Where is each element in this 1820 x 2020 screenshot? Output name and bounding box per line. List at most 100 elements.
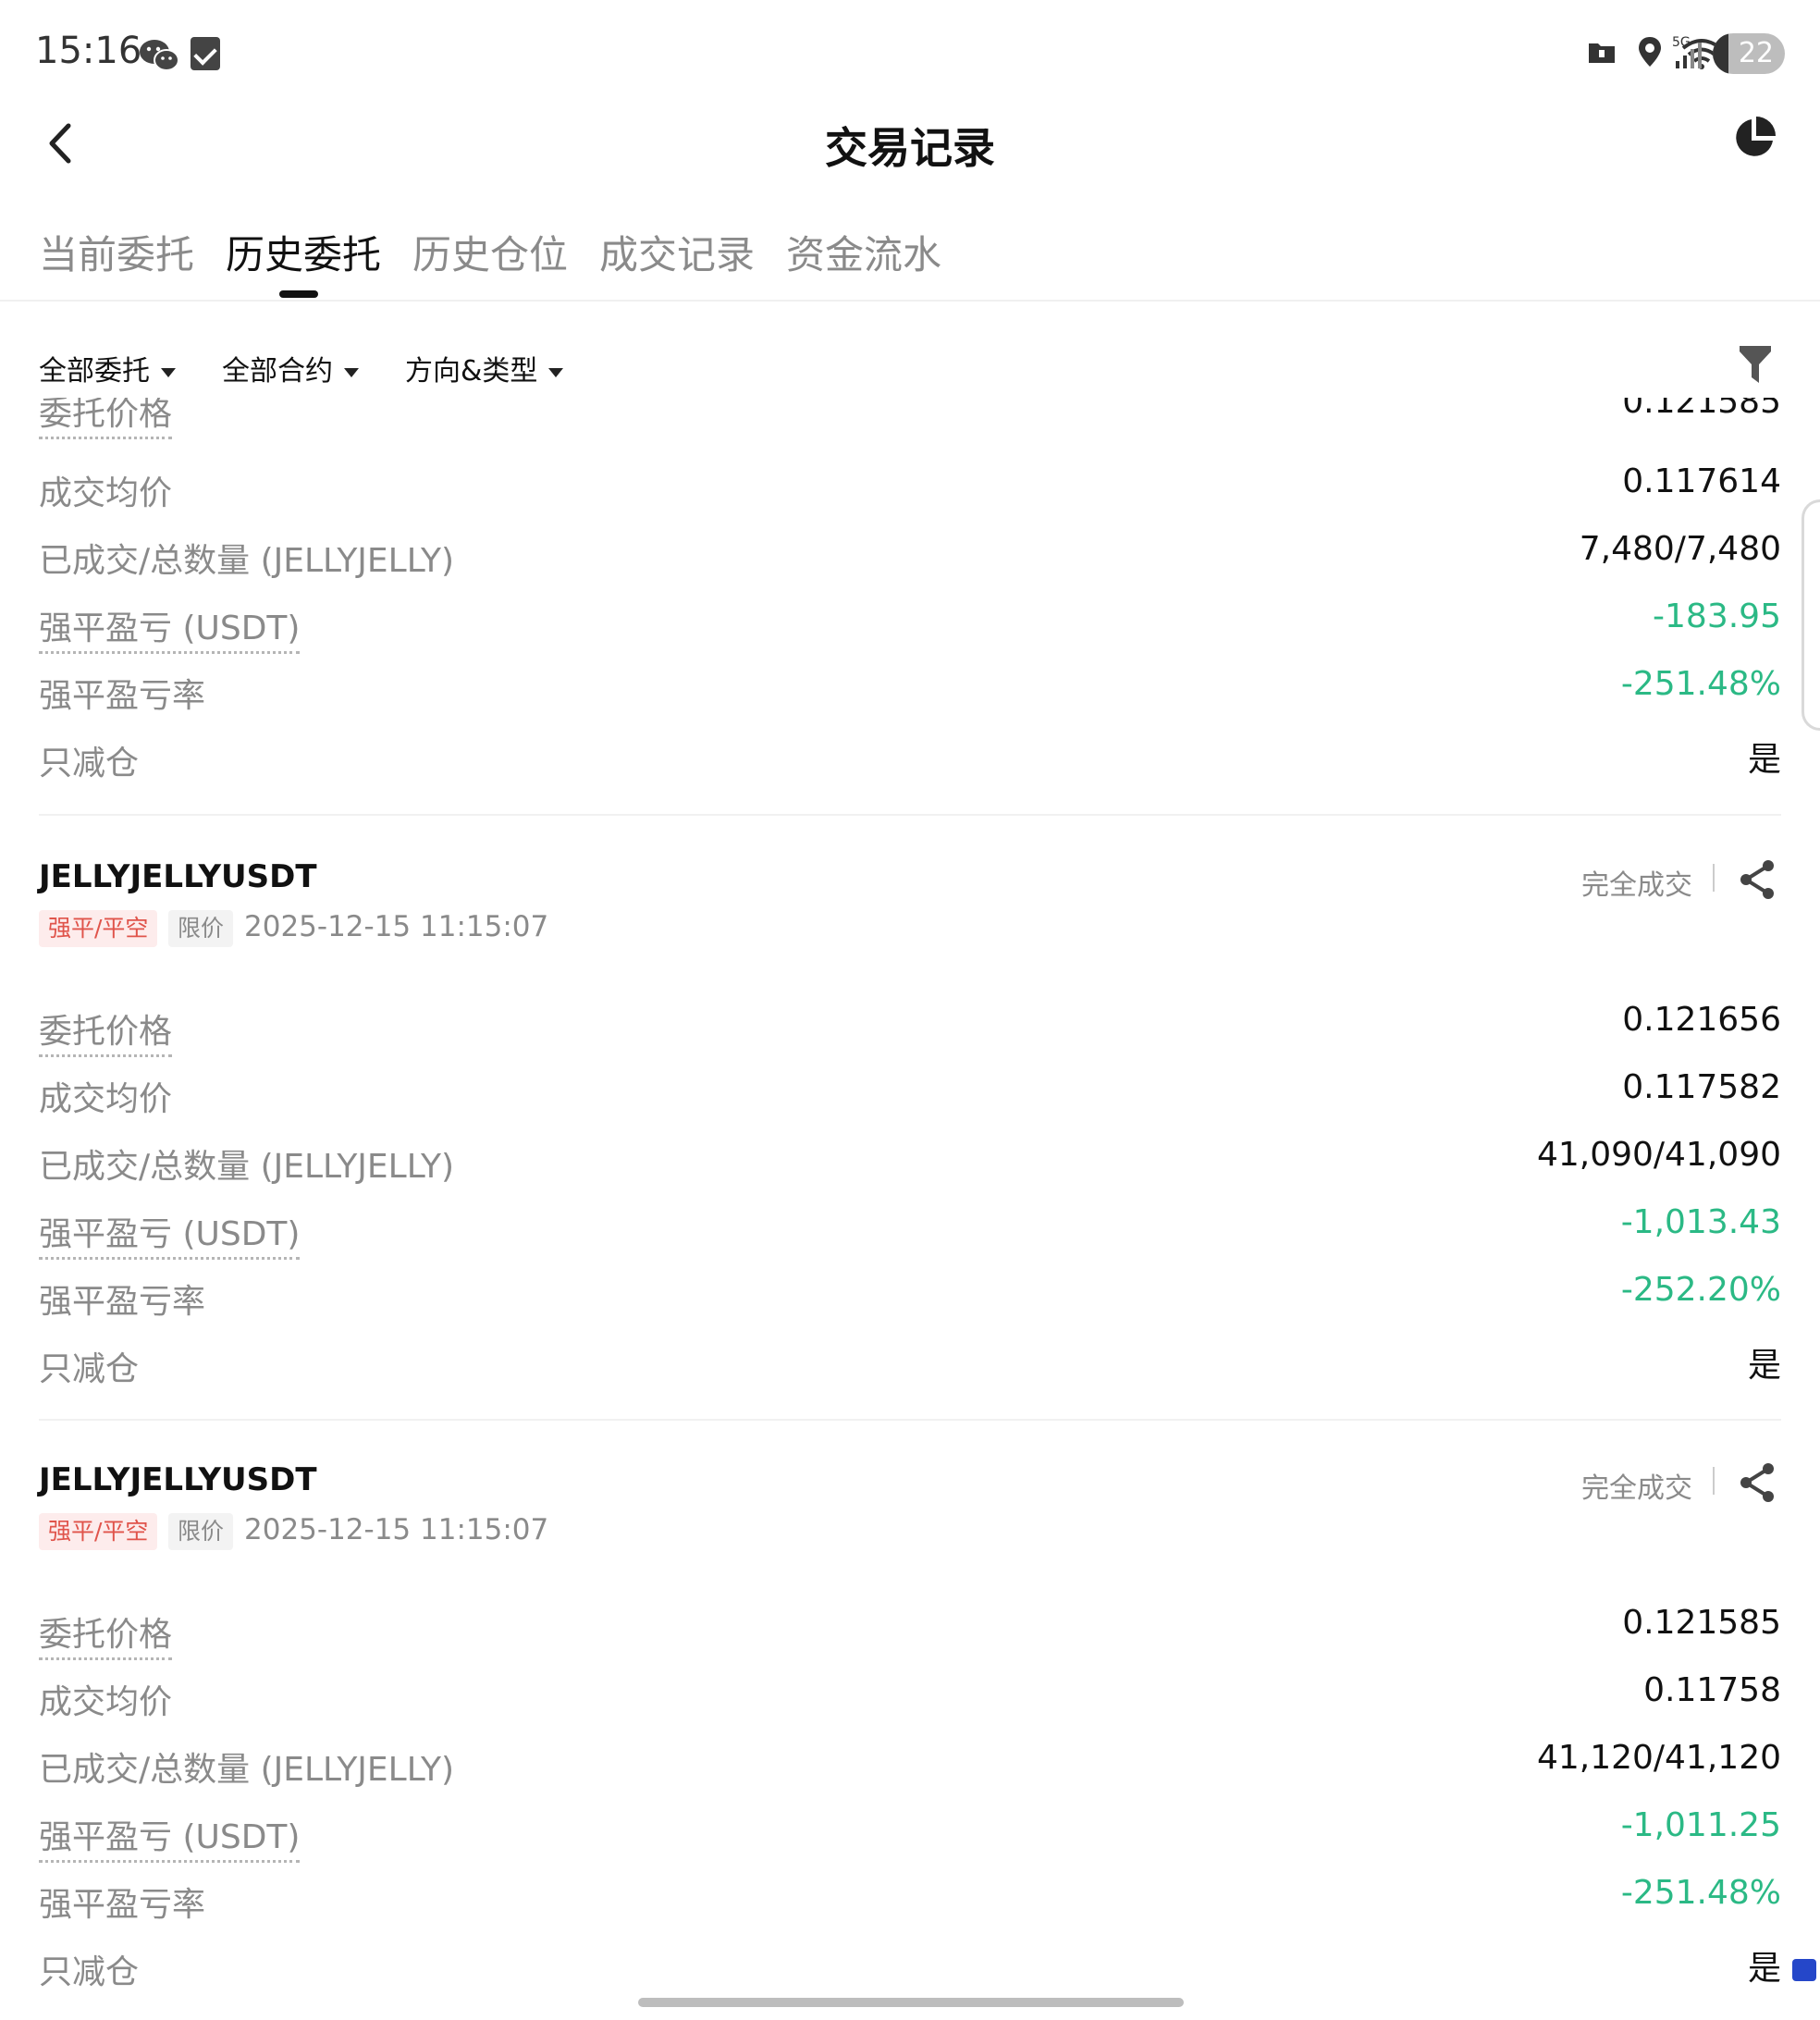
row-label[interactable]: 强平盈亏 (USDT) [39, 1207, 301, 1260]
task-check-icon [191, 37, 220, 70]
pie-chart-button[interactable] [1731, 115, 1777, 161]
row-value: 0.121585 [1622, 1604, 1781, 1642]
row-label: 只减仓 [39, 1953, 140, 1989]
tab-history-orders[interactable]: 历史委托 [226, 224, 381, 280]
wechat-icon [139, 37, 179, 78]
row-value: -252.20% [1620, 1271, 1781, 1309]
row-label[interactable]: 强平盈亏 (USDT) [39, 1810, 301, 1863]
order-detail-row: 已成交/总数量 (JELLYJELLY) 41,120/41,120 [39, 1735, 1781, 1794]
row-label: 强平盈亏率 [39, 1886, 206, 1924]
row-value: -183.95 [1653, 597, 1781, 635]
page-title: 交易记录 [825, 123, 995, 173]
row-label: 成交均价 [39, 1683, 173, 1721]
row-value: 0.117614 [1622, 462, 1781, 500]
row-value: 0.121656 [1622, 1001, 1781, 1039]
order-detail-row: 只减仓 是 [39, 1335, 1781, 1394]
order-detail-row: 已成交/总数量 (JELLYJELLY) 7,480/7,480 [39, 526, 1781, 585]
order-detail-row: 只减仓 是 [39, 1938, 1781, 1989]
row-value: 41,090/41,090 [1536, 1136, 1781, 1174]
share-button[interactable] [1737, 858, 1777, 901]
row-value: 0.11758 [1643, 1671, 1781, 1709]
row-value: -1,011.25 [1620, 1806, 1781, 1844]
order-list[interactable]: 委托价格 0.121585 成交均价 0.117614 已成交/总数量 (JEL… [0, 398, 1820, 1989]
row-value: 7,480/7,480 [1579, 530, 1781, 568]
header: 交易记录 [0, 102, 1820, 185]
order-detail-row: 强平盈亏 (USDT) -1,013.43 [39, 1200, 1781, 1260]
order-status: 完全成交 [1581, 869, 1692, 902]
row-label: 强平盈亏率 [39, 677, 206, 715]
order-symbol[interactable]: JELLYJELLYUSDT [39, 858, 317, 895]
tab-trade-records[interactable]: 成交记录 [599, 224, 755, 280]
side-scroll-handle[interactable] [1802, 499, 1820, 731]
row-label[interactable]: 强平盈亏 (USDT) [39, 601, 301, 654]
row-label: 已成交/总数量 (JELLYJELLY) [39, 1148, 455, 1186]
order-detail-row: 委托价格 0.121585 [39, 398, 1781, 439]
row-label: 成交均价 [39, 474, 173, 512]
filter-button[interactable] [1739, 344, 1772, 385]
row-label[interactable]: 委托价格 [39, 1004, 173, 1057]
order-detail-row: 委托价格 0.121656 [39, 997, 1781, 1057]
order-status: 完全成交 [1581, 1472, 1692, 1505]
order-detail-row: 委托价格 0.121585 [39, 1600, 1781, 1660]
order-type-badge: 限价 [168, 910, 234, 947]
active-tab-indicator [279, 290, 318, 298]
order-symbol[interactable]: JELLYJELLYUSDT [39, 1461, 317, 1498]
tab-bar: 当前委托 历史委托 历史仓位 成交记录 资金流水 [0, 213, 1820, 302]
caret-down-icon [548, 367, 564, 377]
separator [1713, 864, 1715, 892]
filter-bar: 全部委托 全部合约 方向&类型 [0, 333, 1820, 398]
filter-label: 全部委托 [39, 355, 150, 388]
row-value: -251.48% [1620, 1874, 1781, 1912]
tab-fund-flow[interactable]: 资金流水 [786, 224, 941, 280]
side-badge: 强平/平空 [39, 910, 158, 947]
row-label: 强平盈亏率 [39, 1283, 206, 1321]
filter-direction-type[interactable]: 方向&类型 [405, 348, 564, 388]
share-icon [1740, 1463, 1774, 1502]
order-detail-row: 已成交/总数量 (JELLYJELLY) 41,090/41,090 [39, 1132, 1781, 1191]
row-value: 是 [1747, 1347, 1781, 1385]
side-badge: 强平/平空 [39, 1513, 158, 1550]
floating-upload-icon[interactable] [1792, 1959, 1816, 1981]
order-card-header: JELLYJELLYUSDT 完全成交 强平/平空 限价 2025-12-15 … [39, 1461, 1781, 1563]
filter-label: 全部合约 [222, 355, 333, 388]
order-detail-row: 成交均价 0.117614 [39, 459, 1781, 518]
home-indicator[interactable] [638, 1998, 1184, 2007]
row-label[interactable]: 委托价格 [39, 1607, 173, 1660]
order-detail-row: 强平盈亏 (USDT) -183.95 [39, 594, 1781, 654]
row-label: 只减仓 [39, 1350, 140, 1388]
row-label: 只减仓 [39, 745, 140, 782]
row-value: 0.117582 [1622, 1068, 1781, 1106]
row-label[interactable]: 委托价格 [39, 398, 173, 439]
order-detail-row: 强平盈亏率 -252.20% [39, 1267, 1781, 1326]
battery-level-text: 22 [1738, 37, 1774, 69]
row-value: 是 [1747, 1950, 1781, 1988]
row-value: 是 [1747, 741, 1781, 779]
divider [39, 814, 1781, 816]
pie-chart-icon [1736, 117, 1776, 156]
row-value: 41,120/41,120 [1536, 1739, 1781, 1777]
row-value: -251.48% [1620, 665, 1781, 703]
row-value: 0.121585 [1622, 398, 1781, 421]
status-bar: 15:16 5G 5G 22 [0, 0, 1820, 111]
funnel-icon [1740, 346, 1771, 383]
tab-current-orders[interactable]: 当前委托 [39, 224, 194, 280]
battery-indicator: 22 [1713, 33, 1785, 74]
location-icon [1637, 35, 1663, 72]
caret-down-icon [344, 367, 359, 377]
order-detail-row: 强平盈亏 (USDT) -1,011.25 [39, 1803, 1781, 1863]
filter-all-orders[interactable]: 全部委托 [39, 348, 176, 388]
order-detail-row: 强平盈亏率 -251.48% [39, 1870, 1781, 1929]
divider [39, 1419, 1781, 1421]
status-time: 15:16 [35, 30, 142, 72]
order-card-header: JELLYJELLYUSDT 完全成交 强平/平空 限价 2025-12-15 … [39, 858, 1781, 960]
row-label: 成交均价 [39, 1080, 173, 1118]
separator [1713, 1467, 1715, 1495]
row-label: 已成交/总数量 (JELLYJELLY) [39, 1751, 455, 1789]
filter-all-contracts[interactable]: 全部合约 [222, 348, 359, 388]
order-detail-row: 成交均价 0.117582 [39, 1065, 1781, 1124]
share-button[interactable] [1737, 1461, 1777, 1504]
signal-bars-icon [1672, 37, 1705, 74]
filter-label: 方向&类型 [405, 355, 538, 388]
order-detail-row: 只减仓 是 [39, 729, 1781, 788]
tab-history-positions[interactable]: 历史仓位 [412, 224, 568, 280]
